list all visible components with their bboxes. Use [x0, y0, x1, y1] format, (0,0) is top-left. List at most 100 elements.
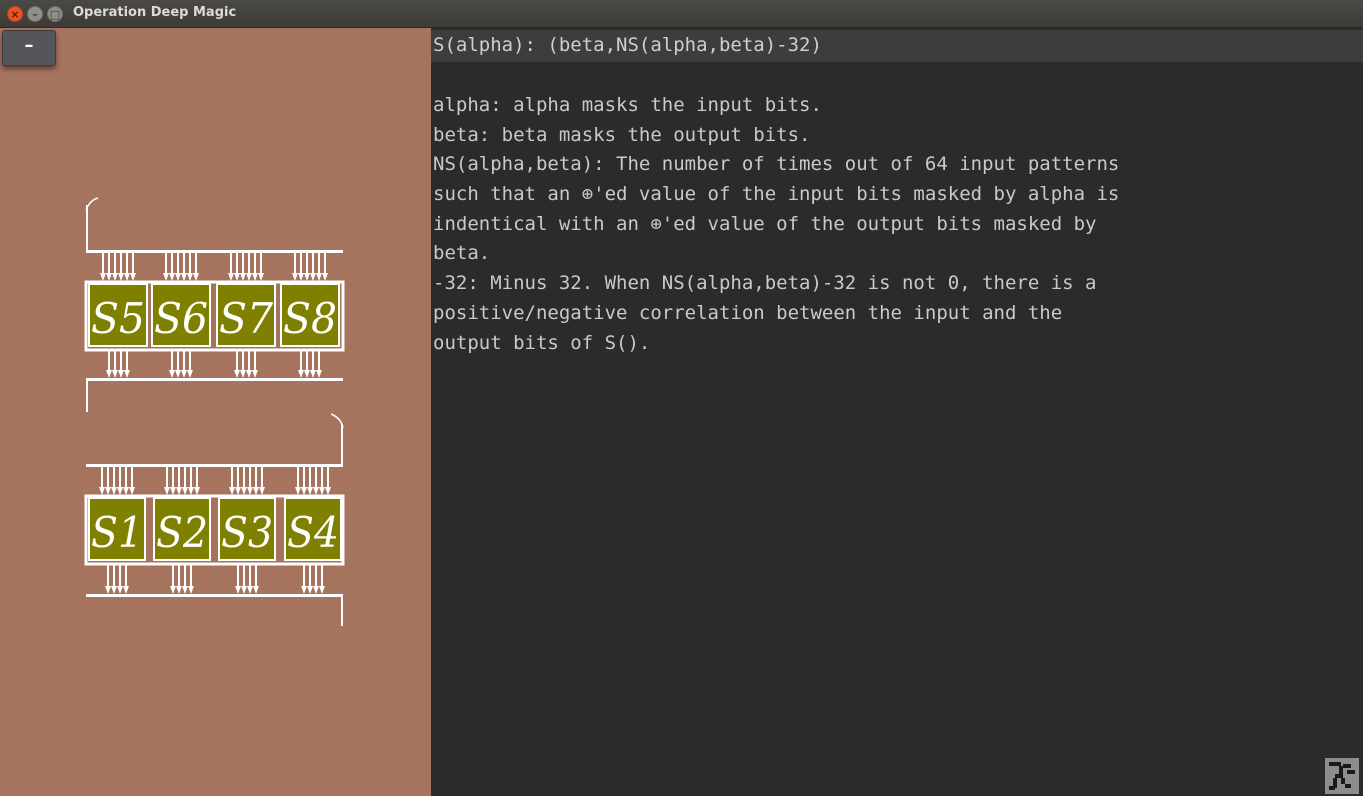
input-arrow [310, 273, 316, 281]
input-wire [306, 252, 308, 274]
output-arrow [253, 586, 259, 594]
input-arrow [124, 273, 130, 281]
input-arrow [175, 273, 181, 281]
input-wire [125, 466, 127, 488]
window-minimize-button[interactable]: – [27, 6, 43, 22]
description-line: positive/negative correlation between th… [433, 301, 1063, 324]
output-wire [242, 351, 244, 372]
output-arrow [117, 586, 123, 594]
output-wire [189, 351, 191, 372]
input-wire [230, 252, 232, 274]
output-wire [236, 351, 238, 372]
input-arrow [228, 273, 234, 281]
input-wire [178, 466, 180, 488]
output-arrow [301, 586, 307, 594]
input-arrow [319, 487, 325, 495]
output-arrow [246, 370, 252, 378]
sbox-label-s5: S5 [91, 294, 145, 343]
output-arrow [175, 370, 181, 378]
input-wire [236, 252, 238, 274]
output-wire [321, 565, 323, 588]
output-wire [249, 565, 251, 588]
input-wire [309, 466, 311, 488]
output-wire [312, 351, 314, 372]
input-arrow [240, 273, 246, 281]
feed-wire [86, 205, 88, 252]
input-bus-wire [86, 250, 343, 253]
output-wire [183, 351, 185, 372]
output-wire [248, 351, 250, 372]
sbox-label-s1: S1 [91, 508, 143, 557]
input-arrow [182, 487, 188, 495]
runner-icon[interactable] [1325, 758, 1359, 794]
output-wire [113, 565, 115, 588]
output-arrow [298, 370, 304, 378]
input-wire [126, 252, 128, 274]
input-arrow [246, 273, 252, 281]
window-close-button[interactable]: × [7, 6, 23, 22]
input-wire [324, 252, 326, 274]
sbox-label-s8: S8 [283, 294, 337, 343]
input-arrow [164, 487, 170, 495]
window-title: Operation Deep Magic [73, 5, 237, 20]
input-wire [177, 252, 179, 274]
input-arrow [229, 487, 235, 495]
output-wire [315, 565, 317, 588]
input-wire [131, 466, 133, 488]
input-arrow [253, 487, 259, 495]
input-wire [237, 466, 239, 488]
input-wire [166, 466, 168, 488]
input-arrow [307, 487, 313, 495]
input-wire [189, 252, 191, 274]
input-arrow [304, 273, 310, 281]
input-wire [120, 252, 122, 274]
output-arrow [123, 586, 129, 594]
output-wire [171, 351, 173, 372]
input-wire [255, 466, 257, 488]
input-wire [231, 466, 233, 488]
output-arrow [307, 586, 313, 594]
window-maximize-button[interactable]: □ [47, 6, 63, 22]
input-wire [315, 466, 317, 488]
sbox-diagram-pane: S5 S6 S7 S8 S1 S2 S3 S4 – [0, 28, 431, 796]
output-arrow [252, 370, 258, 378]
description-line: output bits of S(). [433, 331, 651, 354]
description-text: alpha: alpha masks the input bits. beta:… [433, 91, 1333, 358]
input-arrow [298, 273, 304, 281]
output-wire [303, 565, 305, 588]
input-arrow [234, 273, 240, 281]
input-arrow [259, 487, 265, 495]
input-wire [300, 252, 302, 274]
input-wire [243, 466, 245, 488]
description-line: -32: Minus 32. When NS(alpha,beta)-32 is… [433, 272, 1097, 295]
input-wire [321, 466, 323, 488]
output-wire [125, 565, 127, 588]
input-arrow [106, 273, 112, 281]
input-wire [260, 252, 262, 274]
output-wire [120, 351, 122, 372]
sbox-label-s7: S7 [219, 294, 273, 343]
input-arrow [252, 273, 258, 281]
input-arrow [129, 487, 135, 495]
input-arrow [292, 273, 298, 281]
feed-wire [341, 424, 343, 466]
collapse-button[interactable]: – [2, 30, 56, 66]
output-arrow [124, 370, 130, 378]
input-wire [254, 252, 256, 274]
input-wire [196, 466, 198, 488]
sbox-group-s1-s4: S1 S2 S3 S4 [84, 494, 345, 566]
input-wire [303, 466, 305, 488]
input-arrow [316, 273, 322, 281]
input-arrow [100, 273, 106, 281]
output-arrow [169, 370, 175, 378]
input-wire [102, 252, 104, 274]
formula-bar: S(alpha): (beta,NS(alpha,beta)-32) [431, 30, 1363, 62]
input-wire [184, 466, 186, 488]
output-wire [255, 565, 257, 588]
output-wire [190, 565, 192, 588]
input-arrow [313, 487, 319, 495]
input-wire [119, 466, 121, 488]
input-arrow [241, 487, 247, 495]
output-wire [237, 565, 239, 588]
input-wire [261, 466, 263, 488]
